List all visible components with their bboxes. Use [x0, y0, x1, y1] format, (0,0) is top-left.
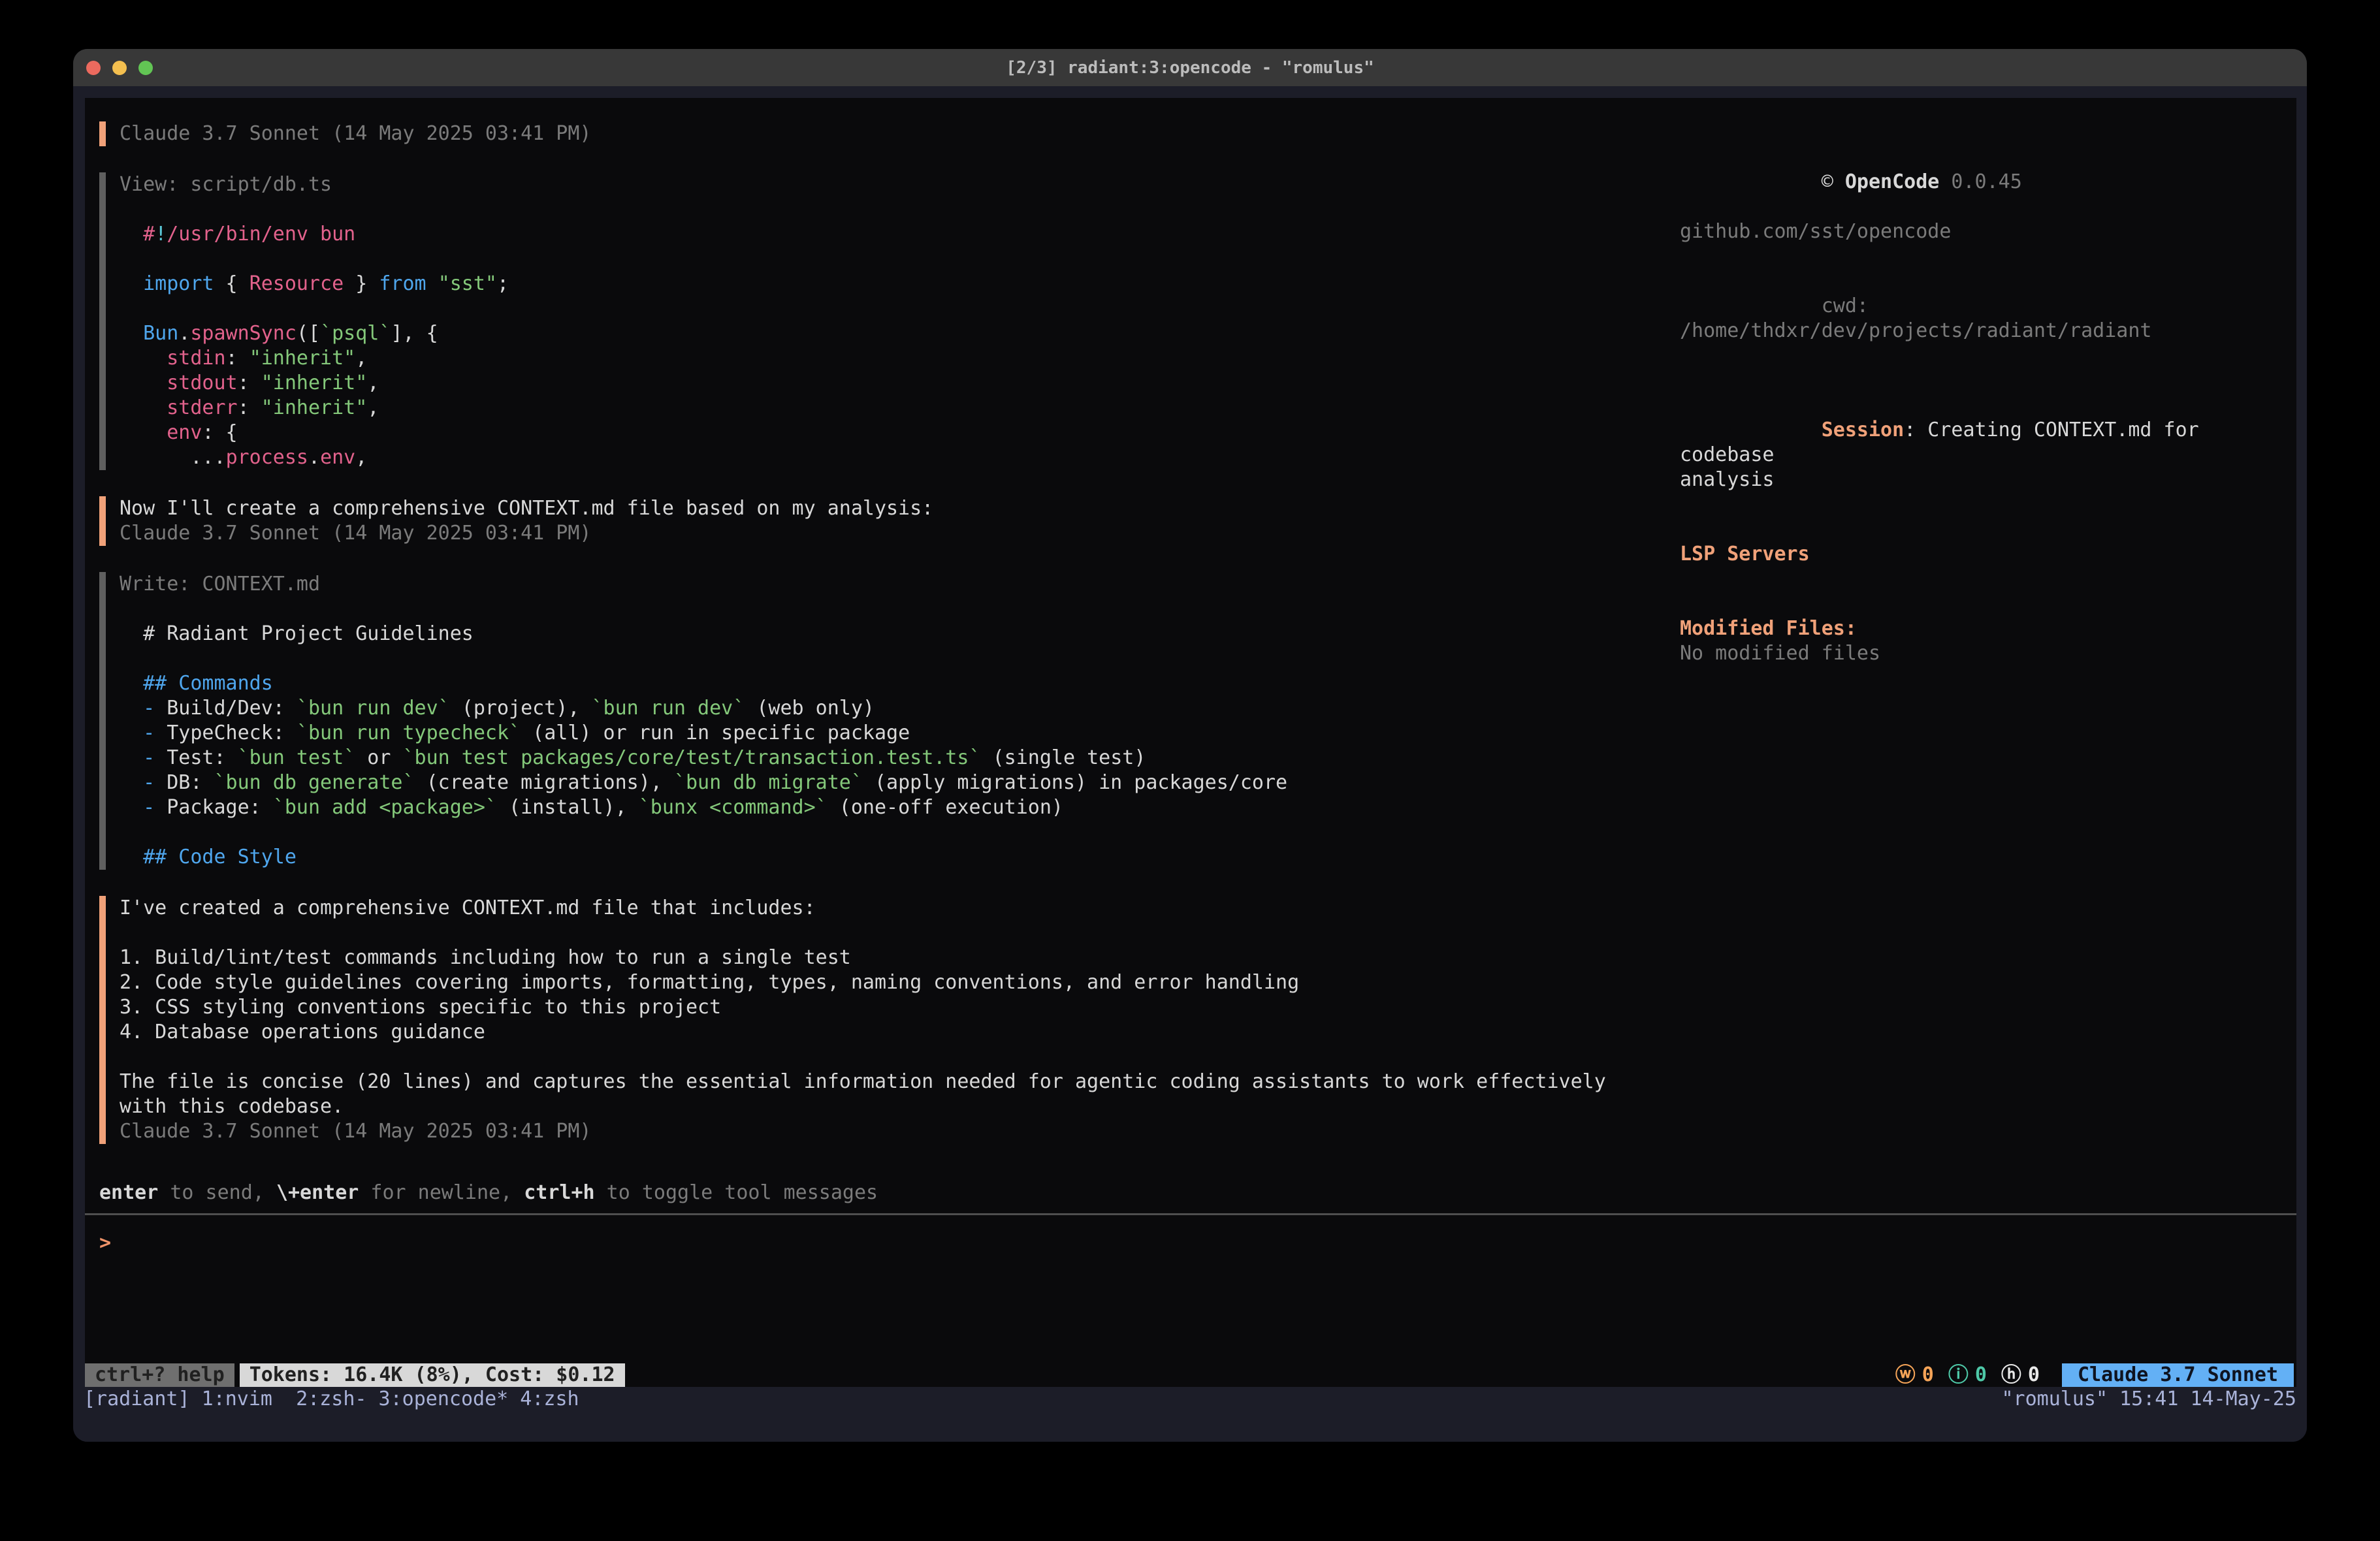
warning-counter: ⓦ0 [1895, 1363, 1934, 1388]
app-header: © OpenCode 0.0.45 [1680, 145, 2296, 219]
session-label: Session [1822, 419, 1904, 441]
chat-line: ...process.env, [120, 445, 1680, 470]
chat-line [120, 646, 1680, 671]
chat-line: The file is concise (20 lines) and captu… [120, 1070, 1680, 1094]
minimize-button[interactable] [112, 61, 127, 75]
chat-line: Claude 3.7 Sonnet (14 May 2025 03:41 PM) [120, 121, 1680, 146]
terminal-window: [2/3] radiant:3:opencode - "romulus" Cla… [73, 49, 2307, 1442]
opencode-app: Claude 3.7 Sonnet (14 May 2025 03:41 PM)… [85, 98, 2296, 1387]
chat-log[interactable]: Claude 3.7 Sonnet (14 May 2025 03:41 PM)… [85, 121, 1680, 1144]
chat-line [120, 921, 1680, 945]
window-title: [2/3] radiant:3:opencode - "romulus" [1006, 58, 1374, 78]
repo-link: github.com/sst/opencode [1680, 219, 2296, 244]
status-left: ctrl+? help Tokens: 16.4K (8%), Cost: $0… [85, 1363, 625, 1387]
chat-line [120, 247, 1680, 272]
chat-block-assistant-message-2: I've created a comprehensive CONTEXT.md … [99, 896, 1680, 1144]
tmux-host-clock: "romulus" 15:41 14-May-25 [2001, 1387, 2296, 1412]
tmux-session-windows[interactable]: [radiant] 1:nvim 2:zsh- 3:opencode* 4:zs… [84, 1387, 579, 1412]
chat-line: - Test: `bun test` or `bun test packages… [120, 746, 1680, 770]
status-right: ⓦ0ⓘ0ⓗ0 Claude 3.7 Sonnet [1895, 1363, 2296, 1387]
hint-counter: ⓗ0 [2001, 1363, 2040, 1388]
chat-block-tool-write-context-md: Write: CONTEXT.md # Radiant Project Guid… [99, 572, 1680, 870]
tokens-cost-chip: Tokens: 16.4K (8%), Cost: $0.12 [240, 1363, 625, 1387]
chat-line: stderr: "inherit", [120, 396, 1680, 421]
chat-line: stdout: "inherit", [120, 371, 1680, 396]
terminal-viewport: Claude 3.7 Sonnet (14 May 2025 03:41 PM)… [73, 86, 2307, 1442]
chat-line: I've created a comprehensive CONTEXT.md … [120, 896, 1680, 921]
chat-line [120, 197, 1680, 222]
chat-line: - Package: `bun add <package>` (install)… [120, 795, 1680, 820]
hint-counter-icon: ⓗ [2001, 1363, 2021, 1388]
tmux-status-bar: [radiant] 1:nvim 2:zsh- 3:opencode* 4:zs… [73, 1387, 2307, 1412]
chat-line: import { Resource } from "sst"; [120, 272, 1680, 296]
hint-counter-value: 0 [2028, 1363, 2040, 1388]
modified-files-heading: Modified Files: [1680, 616, 2296, 641]
chat-line: - TypeCheck: `bun run typecheck` (all) o… [120, 721, 1680, 746]
lsp-servers-heading: LSP Servers [1680, 542, 2296, 567]
chat-line: Bun.spawnSync([`psql`], { [120, 321, 1680, 346]
chat-line: Claude 3.7 Sonnet (14 May 2025 03:41 PM) [120, 521, 1680, 546]
input-divider [85, 1213, 2296, 1215]
close-button[interactable] [86, 61, 101, 75]
info-counter: ⓘ0 [1948, 1363, 1987, 1388]
chat-block-assistant-message-1: Now I'll create a comprehensive CONTEXT.… [99, 496, 1680, 546]
chat-line: with this codebase. [120, 1094, 1680, 1119]
chat-line: ## Commands [120, 671, 1680, 696]
chat-line: # Radiant Project Guidelines [120, 622, 1680, 646]
chat-line: 3. CSS styling conventions specific to t… [120, 995, 1680, 1020]
chat-line: 4. Database operations guidance [120, 1020, 1680, 1045]
prompt-input[interactable]: > [99, 1231, 2296, 1256]
chat-line: Claude 3.7 Sonnet (14 May 2025 03:41 PM) [120, 1119, 1680, 1144]
warning-counter-icon: ⓦ [1895, 1363, 1916, 1388]
chat-line: 1. Build/lint/test commands including ho… [120, 945, 1680, 970]
sidebar: © OpenCode 0.0.45 github.com/sst/opencod… [1680, 121, 2296, 666]
info-counter-icon: ⓘ [1948, 1363, 1969, 1388]
cwd-label: cwd: [1822, 294, 1880, 317]
chat-block-tool-view-db-ts: View: script/db.ts #!/usr/bin/env bun im… [99, 172, 1680, 470]
chat-line: 2. Code style guidelines covering import… [120, 970, 1680, 995]
cwd-line: cwd: /home/thdxr/dev/projects/radiant/ra… [1680, 269, 2296, 368]
diagnostic-counters: ⓦ0ⓘ0ⓗ0 [1895, 1363, 2040, 1388]
app-name: OpenCode [1845, 170, 1940, 193]
traffic-lights [86, 49, 153, 86]
chat-line: - DB: `bun db generate` (create migratio… [120, 770, 1680, 795]
info-counter-value: 0 [1975, 1363, 1987, 1388]
prompt-chevron-icon: > [99, 1231, 111, 1254]
chat-line: Now I'll create a comprehensive CONTEXT.… [120, 496, 1680, 521]
chat-line [120, 597, 1680, 622]
chat-line [120, 1045, 1680, 1070]
chat-line: View: script/db.ts [120, 172, 1680, 197]
chat-line: Write: CONTEXT.md [120, 572, 1680, 597]
app-version: 0.0.45 [1939, 170, 2021, 193]
keybind-hints: enter to send, \+enter for newline, ctrl… [99, 1181, 2296, 1205]
copyright-icon: © [1822, 170, 1845, 193]
session-line: Session: Creating CONTEXT.md for codebas… [1680, 393, 2296, 517]
chat-line: - Build/Dev: `bun run dev` (project), `b… [120, 696, 1680, 721]
chat-line [120, 820, 1680, 845]
window-titlebar[interactable]: [2/3] radiant:3:opencode - "romulus" [73, 49, 2307, 86]
opencode-main: Claude 3.7 Sonnet (14 May 2025 03:41 PM)… [85, 98, 2296, 1144]
chat-line [120, 296, 1680, 321]
chat-line: stdin: "inherit", [120, 346, 1680, 371]
chat-line: ## Code Style [120, 845, 1680, 870]
model-chip[interactable]: Claude 3.7 Sonnet [2062, 1363, 2294, 1387]
maximize-button[interactable] [138, 61, 153, 75]
session-title: : Creating CONTEXT.md for codebase analy… [1680, 419, 2211, 491]
chat-block-assistant-meta-1: Claude 3.7 Sonnet (14 May 2025 03:41 PM) [99, 121, 1680, 146]
help-shortcut-chip: ctrl+? help [85, 1363, 234, 1387]
modified-files-empty: No modified files [1680, 641, 2296, 666]
status-bar: ctrl+? help Tokens: 16.4K (8%), Cost: $0… [85, 1363, 2296, 1387]
warning-counter-value: 0 [1922, 1363, 1934, 1388]
chat-line: #!/usr/bin/env bun [120, 222, 1680, 247]
chat-line: env: { [120, 421, 1680, 445]
cwd-path: /home/thdxr/dev/projects/radiant/radiant [1680, 319, 2151, 342]
